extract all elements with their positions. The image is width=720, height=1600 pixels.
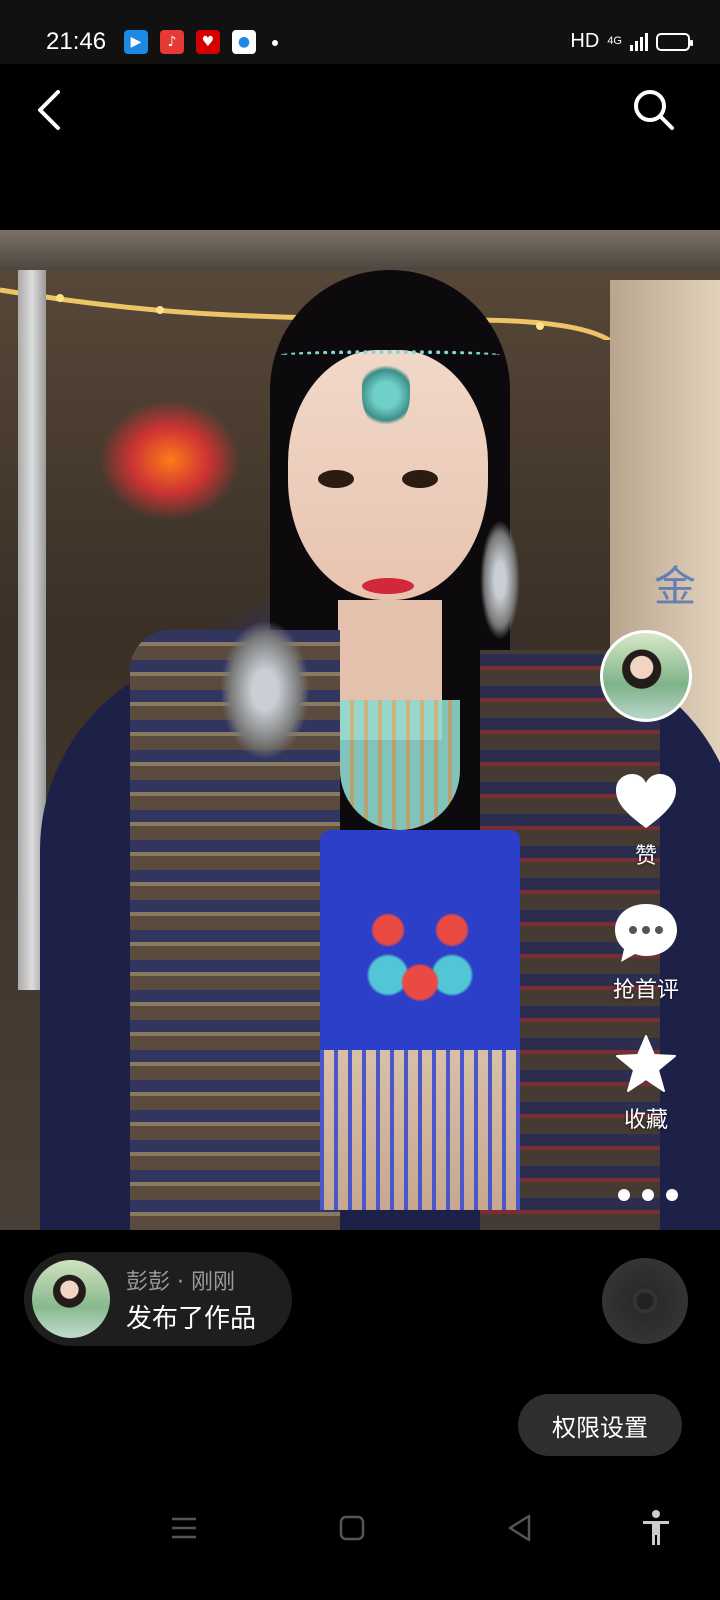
nav-back-button[interactable] <box>500 1508 540 1548</box>
search-button[interactable] <box>630 86 678 134</box>
more-notifications-dot <box>272 40 278 46</box>
like-button[interactable]: 赞 <box>604 772 688 870</box>
dot <box>642 1189 654 1201</box>
publish-notification[interactable]: 彭彭 · 刚刚 发布了作品 <box>24 1252 292 1346</box>
publish-text: 发布了作品 <box>126 1304 257 1334</box>
fringe-hem <box>320 1050 520 1210</box>
more-options-button[interactable] <box>618 1188 678 1202</box>
home-icon <box>339 1515 365 1541</box>
menu-button[interactable] <box>164 1508 204 1548</box>
hd-label: HD <box>570 30 600 52</box>
signal-icon <box>630 32 648 51</box>
heart-icon <box>616 774 676 828</box>
music-notification-icon: ♪ <box>160 30 184 54</box>
back-button[interactable] <box>30 84 74 136</box>
person-eye <box>402 470 438 488</box>
like-label: 赞 <box>634 844 657 869</box>
publisher-avatar <box>32 1260 110 1338</box>
author-avatar[interactable] <box>600 630 692 722</box>
back-triangle-icon <box>508 1514 531 1542</box>
comment-bubble-icon <box>615 904 677 962</box>
status-indicators: HD 4G <box>570 30 693 53</box>
search-icon <box>634 90 674 130</box>
heart-notification-icon: ♥ <box>196 30 220 54</box>
chevron-left-icon <box>38 90 60 130</box>
comment-label: 抢首评 <box>612 978 679 1003</box>
dot <box>666 1189 678 1201</box>
wall-painted-text: 金 <box>654 562 697 611</box>
collect-label: 收藏 <box>623 1108 668 1133</box>
camera-notification-icon: ● <box>232 30 256 54</box>
menu-icon <box>172 1517 196 1539</box>
accessibility-icon <box>643 1510 669 1545</box>
app-notification-icon: ▶ <box>124 30 148 54</box>
battery-icon <box>656 32 693 51</box>
earring-left <box>220 620 310 760</box>
accessibility-button[interactable] <box>636 1508 676 1548</box>
forehead-jewel <box>362 360 410 430</box>
comment-button[interactable]: 抢首评 <box>604 902 688 1004</box>
publish-meta: 彭彭 · 刚刚 <box>126 1270 235 1295</box>
collect-button[interactable]: 收藏 <box>604 1034 688 1134</box>
person-lips <box>362 578 414 594</box>
music-disc-button[interactable] <box>602 1258 688 1344</box>
status-time: 21:46 <box>46 28 107 55</box>
star-icon <box>616 1035 676 1092</box>
earring-right <box>480 520 520 640</box>
dot <box>618 1189 630 1201</box>
home-button[interactable] <box>332 1508 372 1548</box>
person-eye <box>318 470 354 488</box>
necklace <box>340 700 460 830</box>
headband-jewelry <box>280 350 500 360</box>
permission-settings-button[interactable]: 权限设置 <box>518 1394 682 1456</box>
embroidery-pattern <box>340 870 500 1020</box>
status-bar: 21:46 ▶ ♪ ♥ ● HD 4G <box>0 0 720 64</box>
person-figure <box>40 230 720 1230</box>
network-type-label: 4G <box>607 35 622 47</box>
